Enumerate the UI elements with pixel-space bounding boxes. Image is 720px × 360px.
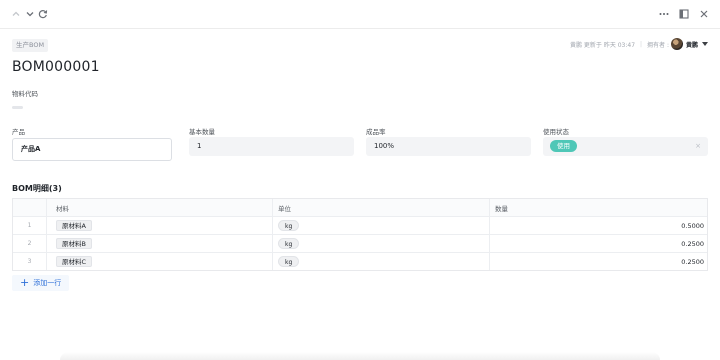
material-chip[interactable]: 原材料A (56, 220, 92, 231)
material-code-label: 物料代码 (12, 90, 38, 98)
column-header-qty[interactable]: 数量 (489, 199, 707, 216)
unit-cell[interactable]: kg (272, 217, 489, 234)
unit-chip[interactable]: kg (278, 238, 300, 249)
row-index: 3 (27, 258, 32, 265)
unit-chip[interactable]: kg (278, 220, 300, 231)
table-row[interactable]: 1 原材料A kg 0.5000 (13, 216, 707, 234)
table-row[interactable]: 2 原材料B kg 0.2500 (13, 234, 707, 252)
qty-cell[interactable]: 0.5000 (489, 217, 707, 234)
detail-section-title: BOM明细(3) (12, 184, 62, 193)
unit-cell[interactable]: kg (272, 235, 489, 252)
column-header-material[interactable]: 材料 (46, 199, 272, 216)
add-row-label: 添加一行 (33, 279, 62, 287)
qty-cell[interactable]: 0.2500 (489, 253, 707, 270)
product-field[interactable]: 产品A (12, 138, 172, 161)
detail-table: 材料 单位 数量 1 原材料A kg 0.5000 2 原材料B kg 0.25… (12, 198, 708, 271)
plus-icon: + (20, 276, 30, 289)
top-bar (0, 0, 720, 29)
owner-label: 拥有者 : (647, 41, 669, 49)
chevron-down-icon[interactable] (24, 8, 36, 20)
yield-field[interactable]: 100% (366, 137, 531, 156)
qty-cell[interactable]: 0.2500 (489, 235, 707, 252)
material-chip[interactable]: 原材料C (56, 256, 93, 267)
panel-icon[interactable] (678, 8, 690, 20)
unit-cell[interactable]: kg (272, 253, 489, 270)
material-chip[interactable]: 原材料B (56, 238, 92, 249)
status-label: 使用状态 (543, 128, 569, 136)
row-index: 1 (27, 222, 32, 229)
status-select[interactable]: 使用 × (543, 137, 708, 156)
more-icon[interactable] (658, 8, 670, 20)
bottom-panel-shadow (60, 352, 660, 360)
material-cell[interactable]: 原材料B (46, 235, 272, 252)
page-title: BOM000001 (12, 59, 100, 75)
product-label: 产品 (12, 128, 25, 136)
refresh-icon[interactable] (37, 8, 49, 20)
material-cell[interactable]: 原材料A (46, 217, 272, 234)
owner-name[interactable]: 黄鹏 (686, 40, 698, 49)
record-meta: 黄鹏 更新于 昨天 03:47 | 拥有者 : 黄鹏 (570, 37, 708, 51)
material-code-empty-value[interactable] (12, 106, 23, 109)
unit-chip[interactable]: kg (278, 256, 300, 267)
avatar[interactable] (670, 38, 683, 50)
owner-dropdown-icon[interactable] (702, 42, 708, 46)
add-row-button[interactable]: + 添加一行 (12, 275, 70, 291)
meta-divider: | (640, 40, 643, 48)
table-header: 材料 单位 数量 (13, 199, 707, 216)
record-type-tag: 生产BOM (12, 39, 49, 52)
updated-info: 黄鹏 更新于 昨天 03:47 (570, 41, 636, 49)
status-badge: 使用 (550, 140, 577, 152)
chevron-up-icon[interactable] (10, 8, 22, 20)
table-row[interactable]: 3 原材料C kg 0.2500 (13, 252, 707, 270)
column-header-unit[interactable]: 单位 (272, 199, 489, 216)
yield-label: 成品率 (366, 128, 386, 136)
base-qty-label: 基本数量 (189, 128, 215, 136)
row-index: 2 (27, 240, 32, 247)
base-qty-field[interactable]: 1 (189, 137, 354, 156)
material-cell[interactable]: 原材料C (46, 253, 272, 270)
close-icon[interactable] (698, 8, 710, 20)
clear-icon[interactable]: × (695, 137, 701, 156)
